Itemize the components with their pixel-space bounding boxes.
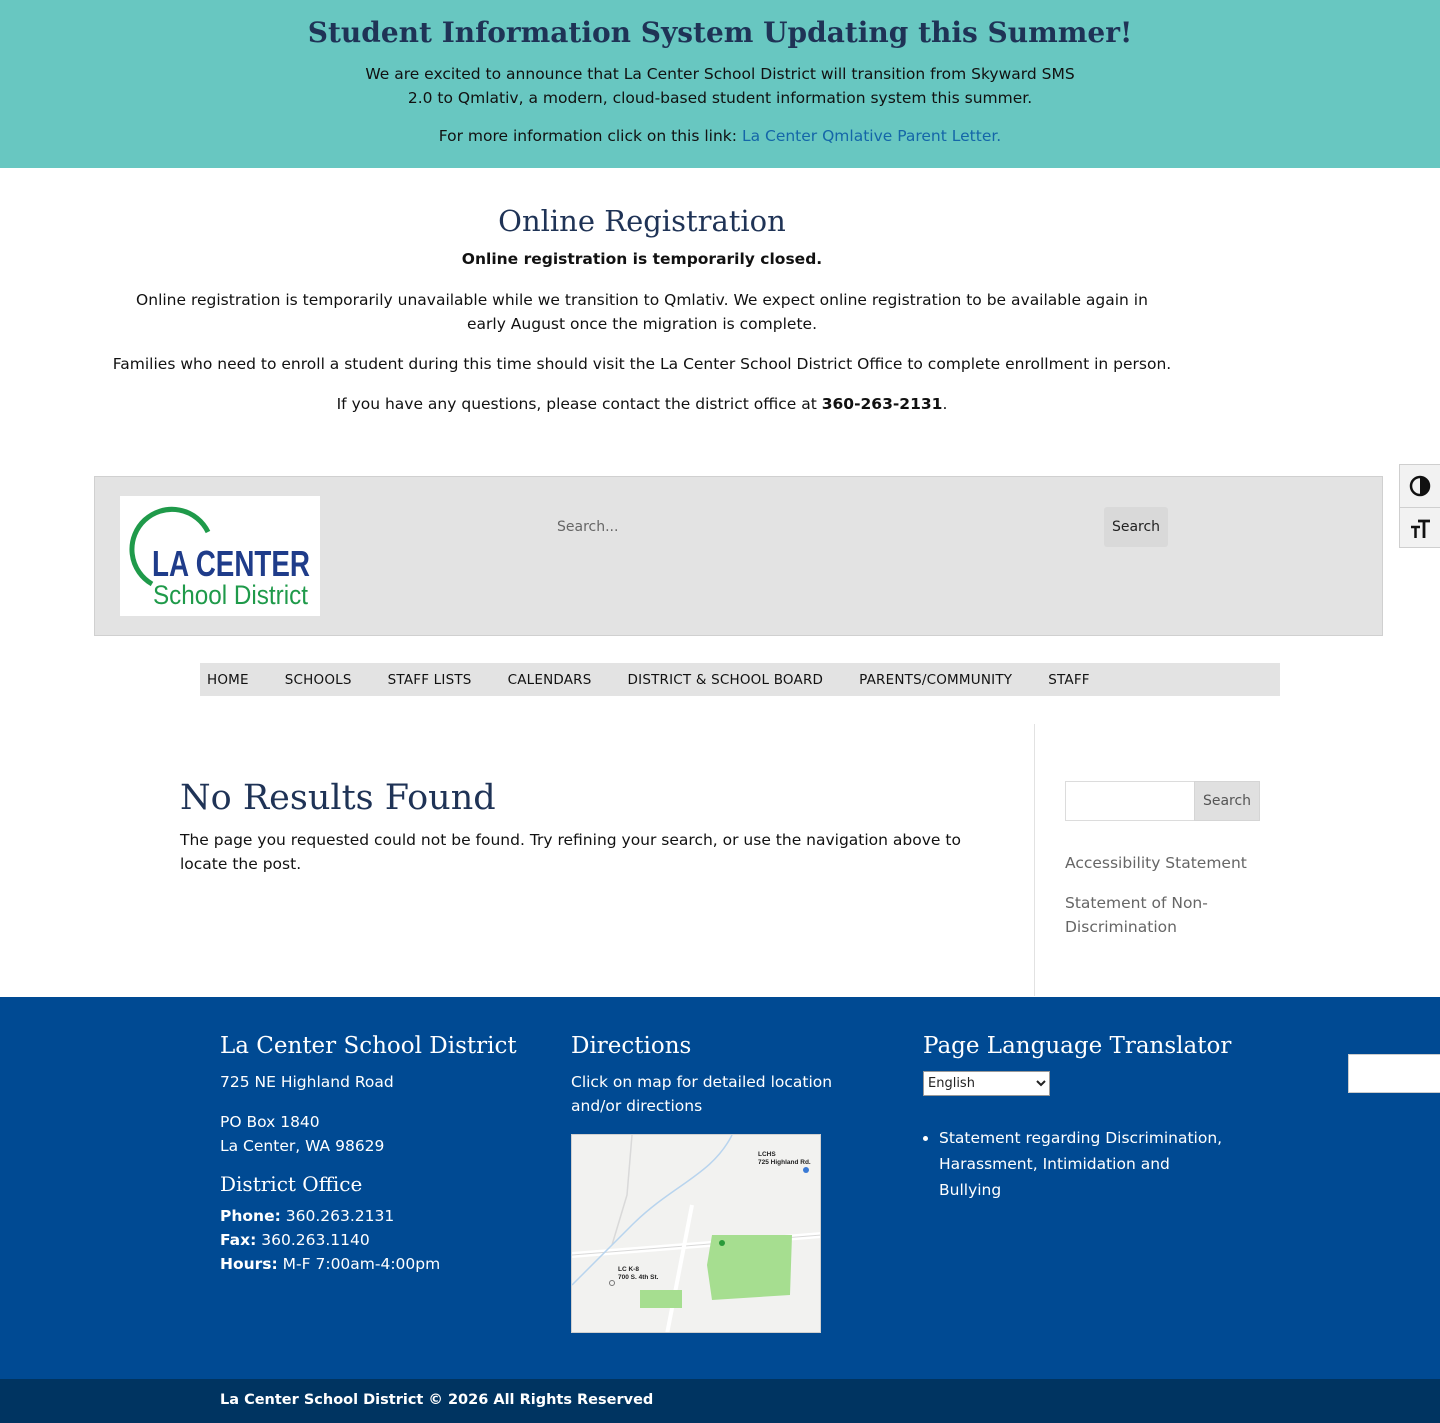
registration-paragraph-2: Families who need to enroll a student du… [112, 355, 1172, 373]
site-header: LA CENTER School District Search [94, 476, 1383, 636]
no-results-title: No Results Found [180, 778, 496, 818]
sidebar-search-button[interactable]: Search [1194, 781, 1260, 821]
banner-title: Student Information System Updating this… [307, 16, 1133, 49]
footer-address: 725 NE Highland Road [220, 1073, 394, 1091]
footer-fax: Fax: 360.263.1140 [220, 1231, 370, 1249]
announcement-banner: Student Information System Updating this… [0, 0, 1440, 168]
directions-map[interactable]: LCHS 725 Highland Rd. LC K-8 700 S. 4th … [571, 1134, 821, 1333]
map-label-lck8: LC K-8 [618, 1266, 639, 1273]
logo-graphic: LA CENTER School District [129, 506, 310, 610]
site-footer: La Center School District 725 NE Highlan… [0, 997, 1440, 1379]
footer-city: La Center, WA 98629 [220, 1137, 385, 1155]
registration-paragraph-1: Online registration is temporarily unava… [136, 291, 1148, 333]
district-logo[interactable]: LA CENTER School District [120, 496, 320, 616]
footer-hours: Hours: M-F 7:00am-4:00pm [220, 1255, 441, 1273]
map-graphic: LCHS 725 Highland Rd. LC K-8 700 S. 4th … [572, 1135, 820, 1332]
nav-item-staff-lists[interactable]: STAFF LISTS [388, 672, 472, 688]
nav-item-schools[interactable]: SCHOOLS [285, 672, 352, 688]
language-select[interactable]: English [923, 1071, 1050, 1096]
footer-office-title: District Office [220, 1172, 363, 1196]
logo-text-la-center: LA CENTER [152, 543, 310, 584]
main-navigation: HOME SCHOOLS STAFF LISTS CALENDARS DISTR… [200, 663, 1280, 696]
accessibility-statement-link[interactable]: Accessibility Statement [1065, 851, 1255, 875]
accessibility-toolbar [1399, 464, 1440, 548]
banner-more-info-prefix: For more information click on this link: [438, 127, 742, 145]
sidebar-search-input[interactable] [1065, 781, 1195, 821]
banner-more-info: For more information click on this link:… [0, 126, 1440, 146]
parent-letter-link[interactable]: La Center Qmlative Parent Letter. [742, 127, 1001, 145]
discrimination-statement-link[interactable]: Statement regarding Discrimination, Hara… [939, 1129, 1222, 1199]
nav-item-home[interactable]: HOME [207, 672, 249, 688]
list-item: Statement regarding Discrimination, Hara… [939, 1125, 1229, 1203]
nav-item-calendars[interactable]: CALENDARS [508, 672, 592, 688]
map-label-lchs: LCHS [758, 1151, 776, 1158]
footer-directions-text: Click on map for detailed location and/o… [571, 1073, 833, 1115]
nav-item-district-school-board[interactable]: DISTRICT & SCHOOL BOARD [628, 672, 824, 688]
footer-po-box: PO Box 1840 [220, 1113, 320, 1131]
contrast-icon [1409, 475, 1431, 497]
copyright-text: La Center School District © 2026 All Rig… [220, 1392, 654, 1408]
logo-text-school-district: School District [153, 580, 308, 610]
header-search-input[interactable] [557, 507, 1097, 547]
footer-links-list: Statement regarding Discrimination, Hara… [939, 1125, 1229, 1203]
toggle-font-size-button[interactable] [1400, 507, 1440, 549]
map-label-lck8-address: 700 S. 4th St. [618, 1274, 659, 1281]
copyright-bar: La Center School District © 2026 All Rig… [0, 1379, 1440, 1423]
footer-translator-title: Page Language Translator [923, 1033, 1232, 1059]
registration-closed-notice: Online registration is temporarily close… [461, 250, 823, 268]
banner-announcement: We are excited to announce that La Cente… [365, 65, 1075, 107]
footer-district-title: La Center School District [220, 1033, 517, 1059]
translate-side-tab[interactable] [1348, 1054, 1440, 1093]
map-label-lchs-address: 725 Highland Rd. [758, 1159, 811, 1166]
non-discrimination-link[interactable]: Statement of Non-Discrimination [1065, 891, 1225, 939]
no-results-text: The page you requested could not be foun… [180, 831, 961, 873]
sidebar-divider [1034, 724, 1035, 996]
registration-contact: If you have any questions, please contac… [336, 395, 948, 413]
toggle-contrast-button[interactable] [1400, 465, 1440, 507]
footer-phone: Phone: 360.263.2131 [220, 1207, 395, 1225]
font-size-icon [1411, 519, 1430, 538]
nav-item-staff[interactable]: STAFF [1048, 672, 1090, 688]
header-search-button[interactable]: Search [1104, 507, 1168, 547]
registration-title: Online Registration [498, 204, 786, 238]
district-phone: 360-263-2131 [821, 395, 943, 413]
footer-directions-title: Directions [571, 1033, 692, 1059]
nav-item-parents-community[interactable]: PARENTS/COMMUNITY [859, 672, 1012, 688]
